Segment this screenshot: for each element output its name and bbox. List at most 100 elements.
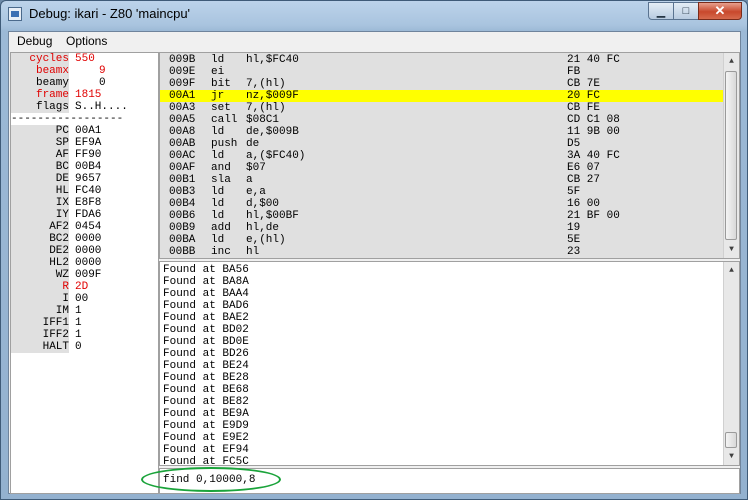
disassembly-row[interactable]: 00A3 set 7,(hl) CB FE [160, 102, 725, 114]
register-row: beamx 9 [11, 65, 158, 77]
disasm-operands: hl,$00BF [246, 210, 299, 222]
disasm-bytes: 3A 40 FC [567, 150, 620, 162]
register-row: IFF2 1 [11, 329, 158, 341]
console-line: Found at BE24 [163, 360, 249, 372]
scroll-up-icon[interactable]: ▲ [725, 54, 738, 69]
disasm-bytes: CD C1 08 [567, 114, 620, 126]
disassembly-panel[interactable]: 00BB inc hl 23 00BA ld e,(hl) 5E 00B9 add hl,de 19 0… [159, 52, 740, 259]
app-icon [8, 7, 22, 21]
console-line: Found at E9D9 [163, 420, 249, 432]
disassembly-row[interactable]: 00A5 call $08C1 CD C1 08 [160, 114, 725, 126]
disasm-mnemonic: ld [211, 186, 225, 198]
scroll-down-icon[interactable]: ▼ [725, 449, 738, 464]
disasm-bytes: D5 [567, 138, 581, 150]
disasm-operands: de,$009B [246, 126, 299, 138]
register-name: DE [11, 173, 69, 185]
register-name: AF2 [11, 221, 69, 233]
command-box[interactable] [159, 468, 740, 494]
disasm-address: 00BB [169, 246, 196, 258]
register-row: I 00 [11, 293, 158, 305]
scroll-up-icon[interactable]: ▲ [725, 263, 738, 278]
disassembly-row[interactable]: 00BB inc hl 23 [160, 246, 725, 258]
register-name: BC2 [11, 233, 69, 245]
close-button[interactable]: ✕ [698, 2, 742, 20]
disasm-mnemonic: set [211, 102, 231, 114]
disassembly-row[interactable]: 009B ld hl,$FC40 21 40 FC [160, 54, 725, 66]
disasm-bytes: 19 [567, 222, 581, 234]
register-value: 00B4 [75, 161, 102, 173]
maximize-button[interactable]: □ [673, 2, 699, 20]
scroll-down-icon[interactable]: ▼ [725, 242, 738, 257]
disasm-mnemonic: ld [211, 198, 225, 210]
disasm-bytes: 16 00 [567, 198, 601, 210]
register-name: IY [11, 209, 69, 221]
register-name: AF [11, 149, 69, 161]
disasm-address: 00B1 [169, 174, 196, 186]
register-name: WZ [11, 269, 69, 281]
window-title: Debug: ikari - Z80 'maincpu' [29, 6, 191, 21]
register-name: HL [11, 185, 69, 197]
disassembly-row[interactable]: 009E ei FB [160, 66, 725, 78]
scroll-thumb[interactable] [725, 71, 737, 240]
disasm-mnemonic: push [211, 138, 238, 150]
register-value: 2D [75, 281, 89, 293]
register-row: frame 1815 [11, 89, 158, 101]
menu-options[interactable]: Options [64, 34, 109, 48]
disasm-operands: d,$00 [246, 198, 280, 210]
register-row: IX E8F8 [11, 197, 158, 209]
register-row: WZ 009F [11, 269, 158, 281]
client-area: Debug Options cycles 550 beamx 9 beamy 0 frame… [8, 31, 741, 494]
register-name: beamy [11, 77, 69, 89]
disassembly-row[interactable]: 009F bit 7,(hl) CB 7E [160, 78, 725, 90]
disasm-address: 00A8 [169, 126, 196, 138]
register-row: SP EF9A [11, 137, 158, 149]
disassembly-row[interactable]: 00AB push de D5 [160, 138, 725, 150]
register-value: S..H.... [75, 101, 128, 113]
disassembly-row[interactable]: 00B4 ld d,$00 16 00 [160, 198, 725, 210]
disasm-address: 00B9 [169, 222, 196, 234]
console-scrollbar[interactable]: ▲ ▼ [723, 262, 739, 465]
disassembly-row[interactable]: 00B3 ld e,a 5F [160, 186, 725, 198]
scroll-thumb[interactable] [725, 432, 737, 448]
disasm-operands: 7,(hl) [246, 78, 286, 90]
disasm-mnemonic: add [211, 222, 231, 234]
disasm-operands: e,a [246, 186, 266, 198]
disasm-operands: de [246, 138, 260, 150]
register-value: 0000 [75, 233, 102, 245]
disasm-mnemonic: ld [211, 150, 225, 162]
disassembly-scrollbar[interactable]: ▲ ▼ [723, 53, 739, 258]
minimize-button[interactable]: ▁ [648, 2, 674, 20]
register-row: IM 1 [11, 305, 158, 317]
command-input[interactable] [163, 474, 463, 486]
console-line: Found at BD0E [163, 336, 249, 348]
title-bar[interactable]: Debug: ikari - Z80 'maincpu' ▁ □ ✕ [1, 1, 747, 29]
disasm-address: 00B3 [169, 186, 196, 198]
register-row: beamy 0 [11, 77, 158, 89]
disassembly-row[interactable]: 00BA ld e,(hl) 5E [160, 234, 725, 246]
disasm-address: 00A5 [169, 114, 196, 126]
register-name: cycles [11, 53, 69, 65]
disassembly-row[interactable]: 00B6 ld hl,$00BF 21 BF 00 [160, 210, 725, 222]
register-value: E8F8 [75, 197, 102, 209]
register-value: 009F [75, 269, 102, 281]
disassembly-row[interactable]: 00A8 ld de,$009B 11 9B 00 [160, 126, 725, 138]
register-value: 550 [75, 53, 95, 65]
console-line: Found at BA8A [163, 276, 249, 288]
disassembly-row[interactable]: 00AF and $07 E6 07 [160, 162, 725, 174]
register-row: PC 00A1 [11, 125, 158, 137]
disassembly-row-current[interactable]: 00A1 jr nz,$009F 20 FC [160, 90, 725, 102]
register-value: 00 [75, 293, 89, 305]
disassembly-row[interactable]: 00B9 add hl,de 19 [160, 222, 725, 234]
disasm-mnemonic: ld [211, 210, 225, 222]
disasm-mnemonic: sla [211, 174, 231, 186]
register-row: BC 00B4 [11, 161, 158, 173]
disasm-mnemonic: ld [211, 234, 225, 246]
console-line: Found at BE82 [163, 396, 249, 408]
register-name: SP [11, 137, 69, 149]
disasm-mnemonic: ld [211, 126, 225, 138]
disassembly-row[interactable]: 00AC ld a,($FC40) 3A 40 FC [160, 150, 725, 162]
console-output-panel[interactable]: Found at FC5C Found at EF94 Found at E9E2 F… [159, 261, 740, 466]
register-row: DE2 0000 [11, 245, 158, 257]
menu-debug[interactable]: Debug [15, 34, 54, 48]
disassembly-row[interactable]: 00B1 sla a CB 27 [160, 174, 725, 186]
